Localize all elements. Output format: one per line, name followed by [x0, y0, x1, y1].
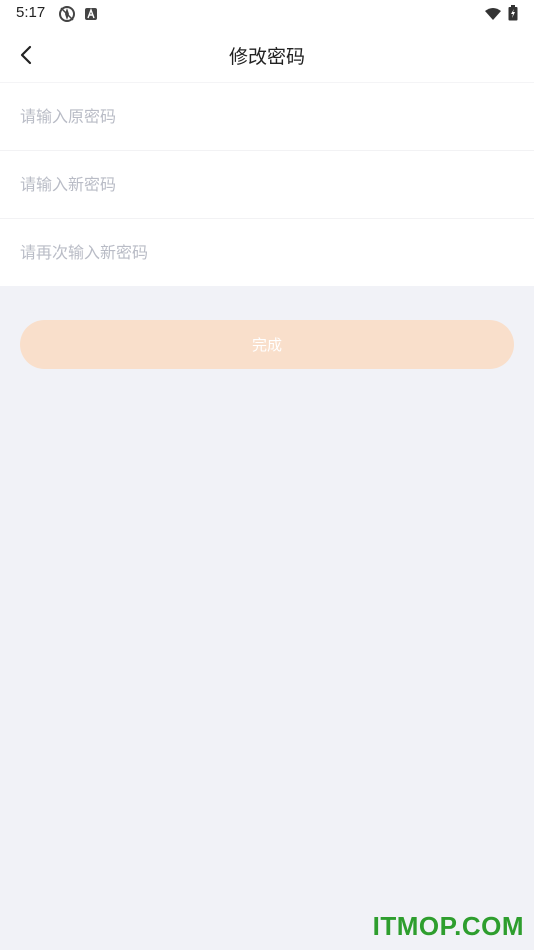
watermark-logo: ITMOP.COM	[372, 911, 524, 941]
wifi-icon	[484, 6, 502, 25]
confirm-password-input[interactable]	[20, 219, 510, 286]
page-title: 修改密码	[228, 46, 305, 68]
old-password-row	[0, 82, 534, 150]
location-off-icon	[58, 5, 76, 27]
new-password-input[interactable]	[20, 151, 510, 218]
submit-button[interactable]: 完成	[20, 320, 514, 369]
old-password-input[interactable]	[20, 83, 510, 150]
status-time: 5:17	[16, 4, 46, 21]
confirm-password-row	[0, 218, 534, 286]
submit-button-label: 完成	[251, 336, 282, 354]
battery-charging-icon	[508, 5, 518, 25]
password-form	[0, 82, 534, 286]
app-bar: 修改密码	[0, 28, 534, 82]
a-notification-icon	[84, 6, 98, 25]
new-password-row	[0, 150, 534, 218]
change-password-screen: 5:17 修改密码 完成 ITMOP.COM	[0, 0, 534, 950]
status-bar: 5:17	[0, 0, 534, 28]
